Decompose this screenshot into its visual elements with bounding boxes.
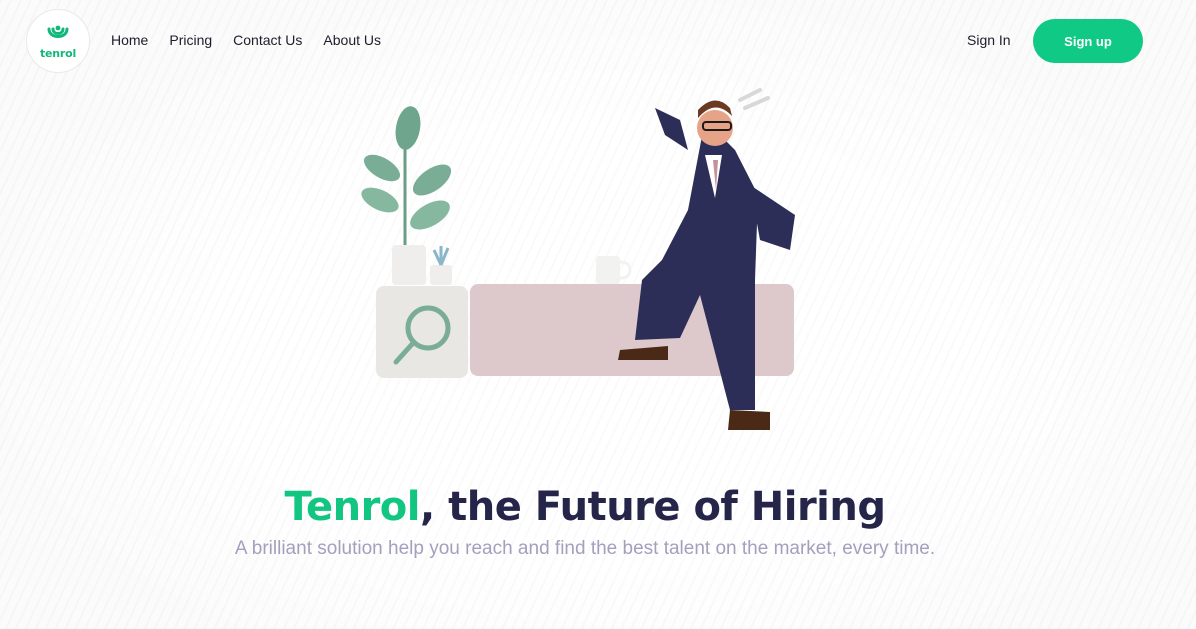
logo[interactable]: tenrol bbox=[26, 9, 90, 73]
logo-mark-icon bbox=[47, 25, 69, 38]
nav-about-us[interactable]: About Us bbox=[323, 32, 381, 48]
businessman-icon bbox=[618, 88, 795, 430]
hero-headline-rest: , the Future of Hiring bbox=[419, 484, 886, 530]
sign-in-link[interactable]: Sign In bbox=[967, 32, 1011, 48]
hero-subheadline: A brilliant solution help you reach and … bbox=[234, 538, 936, 559]
mug-icon bbox=[596, 256, 632, 284]
nav-pricing[interactable]: Pricing bbox=[169, 32, 212, 48]
plant-icon bbox=[361, 106, 452, 285]
site-header: tenrol Home Pricing Contact Us About Us … bbox=[0, 0, 1196, 80]
hero-illustration bbox=[361, 88, 795, 430]
main-nav: Home Pricing Contact Us About Us bbox=[111, 32, 402, 48]
sign-up-button[interactable]: Sign up bbox=[1033, 19, 1143, 63]
hero-headline: Tenrol, the Future of Hiring bbox=[0, 484, 1170, 530]
search-box-icon bbox=[376, 286, 468, 378]
hero-brand: Tenrol bbox=[284, 484, 420, 530]
nav-home[interactable]: Home bbox=[111, 32, 148, 48]
nav-contact-us[interactable]: Contact Us bbox=[233, 32, 302, 48]
logo-text: tenrol bbox=[39, 46, 77, 60]
